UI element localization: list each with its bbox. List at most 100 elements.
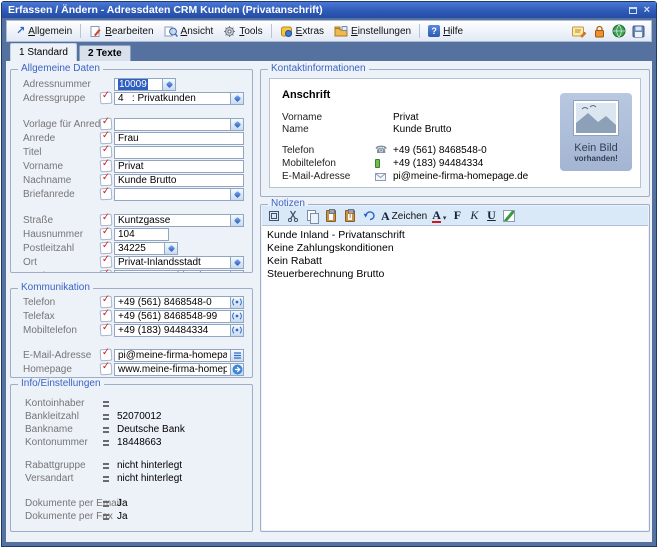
verify-check-icon[interactable] [100, 363, 113, 376]
dropdown-button[interactable] [230, 189, 243, 200]
notes-textarea[interactable]: Kunde Inland - Privatanschrift Keine Zah… [262, 225, 648, 530]
menu-label-hilfe: Hilfe [443, 26, 463, 37]
dropdown-button[interactable] [230, 215, 243, 226]
tab-standard[interactable]: 1 Standard [10, 43, 77, 61]
edit-note-button[interactable] [502, 209, 516, 223]
dial-button[interactable] [230, 310, 244, 323]
mobiltelefon-input[interactable]: +49 (183) 94484334 [114, 324, 231, 337]
info-row-kontoinhaber: Kontoinhaber [11, 397, 252, 410]
menu-allgemein[interactable]: ↗ Allgemein [11, 24, 77, 39]
menu-extras[interactable]: Extras [275, 23, 329, 40]
verify-check-icon[interactable] [100, 242, 113, 255]
dropdown-button[interactable] [230, 257, 243, 268]
field-label: Vorname [23, 161, 100, 172]
verify-check-icon[interactable] [100, 256, 113, 269]
land-select[interactable]: DE : Deutschland [114, 270, 244, 273]
verify-check-icon[interactable] [100, 188, 113, 201]
font-color-button[interactable]: A ▾ [432, 209, 446, 223]
menu-bearbeiten[interactable]: Bearbeiten [84, 23, 158, 40]
undo-button[interactable] [362, 209, 376, 223]
char-button-label: Zeichen [392, 211, 428, 222]
paste-button[interactable] [324, 209, 338, 223]
verify-check-icon[interactable] [100, 296, 113, 309]
verify-check-icon[interactable] [100, 146, 113, 159]
verify-check-icon[interactable] [100, 270, 113, 272]
dropdown-button[interactable] [230, 93, 243, 104]
homepage-input[interactable]: www.meine-firma-homepage.de [114, 363, 231, 376]
char-a-icon: A [381, 210, 390, 222]
character-format-button[interactable]: A Zeichen [381, 210, 427, 222]
close-window-button[interactable]: × [644, 5, 650, 15]
verify-check-icon[interactable] [100, 349, 113, 362]
telefon-input[interactable]: +49 (561) 8468548-0 [114, 296, 231, 309]
compose-mail-button[interactable] [230, 349, 244, 362]
magnifier-icon [164, 25, 178, 38]
bold-button[interactable]: F [451, 209, 463, 222]
info-row-versandart: Versandart nicht hinterlegt [11, 472, 252, 485]
adressnummer-value: 10009 [118, 79, 148, 90]
anrede-input[interactable]: Frau [114, 132, 244, 145]
tab-texte[interactable]: 2 Texte [79, 45, 131, 61]
adressgruppe-select[interactable]: 4 : Privatkunden [114, 92, 244, 105]
dial-button[interactable] [230, 296, 244, 309]
menu-tools[interactable]: Tools [218, 23, 267, 40]
telefax-input[interactable]: +49 (561) 8468548-99 [114, 310, 231, 323]
field-label: Anrede [23, 133, 100, 144]
verify-check-icon[interactable] [100, 324, 113, 337]
field-label: Adressgruppe [23, 93, 100, 104]
underline-button[interactable]: U [485, 209, 497, 222]
verify-check-icon[interactable] [100, 310, 113, 323]
menu-hilfe[interactable]: Hilfe [423, 23, 468, 39]
verify-check-icon[interactable] [100, 132, 113, 145]
contact-note-button[interactable] [572, 25, 587, 38]
dropdown-button[interactable] [230, 271, 243, 273]
postleitzahl-select[interactable]: 34225 [114, 242, 178, 255]
field-label: Briefanrede [23, 189, 100, 200]
select-all-button[interactable] [267, 209, 281, 223]
verify-check-icon[interactable] [100, 214, 113, 227]
verify-check-icon[interactable] [100, 118, 113, 131]
field-label: E-Mail-Adresse [23, 350, 100, 361]
telefax-value: +49 (561) 8468548-99 [118, 311, 217, 322]
email-input[interactable]: pi@meine-firma-homepage.de [114, 349, 231, 362]
contact-label: E-Mail-Adresse [282, 171, 375, 182]
cut-button[interactable] [286, 209, 300, 223]
dial-button[interactable] [230, 324, 244, 337]
nachname-input[interactable]: Kunde Brutto [114, 174, 244, 187]
save-button[interactable] [632, 25, 645, 38]
menu-einstellungen[interactable]: Einstellungen [329, 23, 416, 39]
paste-text-button[interactable] [343, 209, 357, 223]
vorlage-anrede-select[interactable] [114, 118, 244, 131]
email-value: pi@meine-firma-homepage.de [118, 350, 227, 361]
italic-button[interactable]: K [468, 209, 480, 222]
adressnummer-input[interactable]: 10009 [114, 78, 176, 91]
equals-marker-icon [103, 501, 109, 507]
chevron-down-icon: ▾ [443, 215, 447, 223]
lock-button[interactable] [593, 25, 606, 38]
form-row-vorname: Vorname Privat [11, 159, 252, 173]
globe-button[interactable] [612, 24, 626, 38]
menu-ansicht[interactable]: Ansicht [159, 23, 219, 40]
group-notizen: Notizen A Zeichen A [260, 204, 650, 532]
ort-select[interactable]: Privat-Inlandsstadt [114, 256, 244, 269]
dropdown-button[interactable] [230, 119, 243, 130]
verify-check-icon[interactable] [100, 174, 113, 187]
info-value: Deutsche Bank [117, 424, 185, 435]
titel-input[interactable] [114, 146, 244, 159]
form-row-land: Land DE : Deutschland [11, 269, 252, 272]
copy-button[interactable] [305, 209, 319, 223]
strasse-select[interactable]: Kuntzgasse [114, 214, 244, 227]
hausnummer-input[interactable]: 104 [114, 228, 169, 241]
spinner-button[interactable] [162, 79, 175, 90]
briefanrede-select[interactable] [114, 188, 244, 201]
field-label: Telefon [23, 297, 100, 308]
dropdown-button[interactable] [164, 243, 177, 254]
restore-window-button[interactable] [629, 7, 637, 14]
open-homepage-button[interactable] [230, 363, 244, 376]
verify-check-icon[interactable] [100, 92, 113, 105]
vorname-input[interactable]: Privat [114, 160, 244, 173]
field-label: Titel [23, 147, 100, 158]
equals-marker-icon [103, 440, 109, 446]
verify-check-icon[interactable] [100, 228, 113, 241]
verify-check-icon[interactable] [100, 160, 113, 173]
